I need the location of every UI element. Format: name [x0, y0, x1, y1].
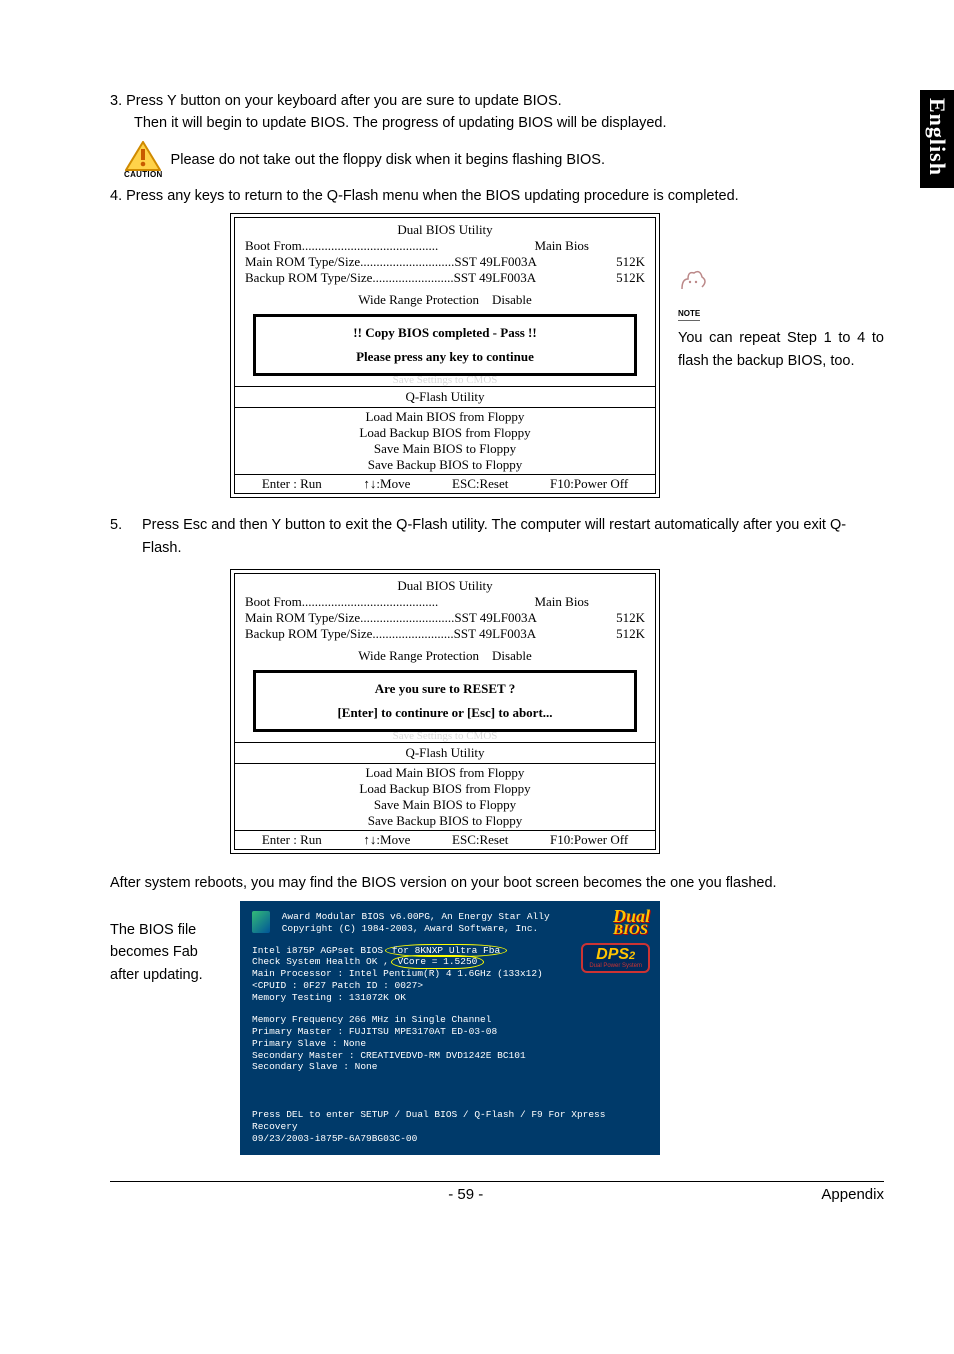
bios-title: Dual BIOS Utility — [245, 222, 645, 238]
note-label: NOTE — [678, 308, 700, 321]
language-tab: English — [920, 90, 954, 188]
award-logo-icon — [252, 911, 270, 933]
note-icon — [678, 267, 884, 300]
qflash-title: Q-Flash Utility — [235, 387, 655, 405]
wide-range-protection: Wide Range Protection Disable — [245, 292, 645, 308]
caution-label: CAUTION — [124, 170, 163, 179]
dps-logo: DPS2 Dual Power System — [581, 943, 650, 973]
step5-number: 5. — [110, 514, 126, 559]
key-hints: Enter : Run ↑↓:Move ESC:Reset F10:Power … — [235, 475, 655, 493]
bios-utility-screenshot-2: Dual BIOS Utility Boot From.............… — [230, 569, 660, 854]
step3-line1: 3. Press Y button on your keyboard after… — [110, 90, 884, 112]
caution-icon: CAUTION — [124, 141, 163, 179]
bios-popup-reset: Are you sure to RESET ? [Enter] to conti… — [253, 670, 637, 732]
note-text: You can repeat Step 1 to 4 to flash the … — [678, 327, 884, 372]
step4: 4. Press any keys to return to the Q-Fla… — [110, 185, 884, 207]
step3-line2: Then it will begin to update BIOS. The p… — [110, 112, 884, 134]
step5-text: Press Esc and then Y button to exit the … — [142, 514, 884, 559]
post-side-note: The BIOS file becomes Fab after updating… — [110, 901, 226, 986]
after-reboot-text: After system reboots, you may find the B… — [110, 872, 884, 894]
post-boot-screenshot: Dual BIOS DPS2 Dual Power System Award M… — [240, 901, 660, 1155]
bios-utility-screenshot-1: Dual BIOS Utility Boot From.............… — [230, 213, 660, 498]
caution-text: Please do not take out the floppy disk w… — [171, 149, 605, 171]
dual-bios-logo: Dual BIOS — [613, 909, 650, 937]
footer-section: Appendix — [821, 1186, 884, 1203]
bios-popup-pass: !! Copy BIOS completed - Pass !! Please … — [253, 314, 637, 376]
page-number: - 59 - — [448, 1186, 483, 1203]
qflash-menu: Load Main BIOS from Floppy Load Backup B… — [235, 407, 655, 475]
